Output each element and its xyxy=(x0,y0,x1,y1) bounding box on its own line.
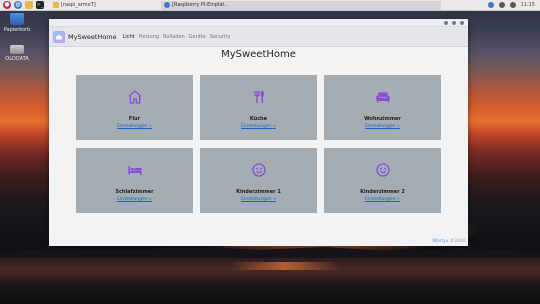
trash-icon xyxy=(10,13,24,25)
room-name: Küche xyxy=(249,116,268,122)
room-tile-kinderzimmer-2[interactable]: Kinderzimmer 2 Einstellungen » xyxy=(324,148,441,213)
brand[interactable]: MySweetHome xyxy=(68,33,117,41)
room-name: Kinderzimmer 2 xyxy=(360,189,405,195)
taskbar: ● ◍ >_ [raspi_armv7] [Raspberry Pi-Einpl… xyxy=(0,0,540,11)
sun-reflection xyxy=(230,262,340,270)
bluetooth-icon[interactable] xyxy=(487,2,494,8)
nav-link-rolladen[interactable]: Rolladen xyxy=(163,34,185,40)
sofa-icon xyxy=(375,92,390,103)
minimize-icon[interactable] xyxy=(444,20,448,25)
settings-link[interactable]: Einstellungen » xyxy=(76,197,193,202)
file-manager-icon[interactable] xyxy=(25,1,33,9)
room-tile-kueche[interactable]: Küche Einstellungen » xyxy=(200,75,317,140)
window-titlebar[interactable] xyxy=(49,19,468,27)
room-name: Wohnzimmer xyxy=(364,116,401,122)
home-icon xyxy=(128,90,141,104)
smiley-icon xyxy=(375,163,390,177)
room-name: Kinderzimmer 1 xyxy=(236,189,281,195)
drive-icon xyxy=(10,45,24,54)
browser-icon[interactable]: ◍ xyxy=(14,1,22,9)
terminal-icon[interactable]: >_ xyxy=(36,1,44,9)
settings-link[interactable]: Einstellungen » xyxy=(200,197,317,202)
main-content: MySweetHome Flur Einstellungen » Küche E… xyxy=(49,47,468,246)
nav-link-heizung[interactable]: Heizung xyxy=(139,34,159,40)
desktop-icon-label: OLDDATA xyxy=(5,56,29,62)
cutlery-icon xyxy=(253,90,264,103)
room-tile-kinderzimmer-1[interactable]: Kinderzimmer 1 Einstellungen » xyxy=(200,148,317,213)
browser-icon xyxy=(164,2,170,8)
room-name: Flur xyxy=(128,116,141,122)
room-tile-schlafzimmer[interactable]: Schlafzimmer Einstellungen » xyxy=(76,148,193,213)
footer-link[interactable]: Mbstyx xyxy=(432,239,448,244)
system-tray: 11:15 xyxy=(487,2,540,8)
wifi-icon[interactable] xyxy=(498,2,505,8)
smiley-icon xyxy=(251,163,266,177)
nav-link-geraete[interactable]: Geräte xyxy=(189,34,206,40)
settings-link[interactable]: Einstellungen » xyxy=(324,197,441,202)
bed-icon xyxy=(127,166,142,175)
taskbar-task-file-manager[interactable]: [raspi_armv7] xyxy=(50,1,155,10)
settings-link[interactable]: Einstellungen » xyxy=(200,124,317,129)
page-title: MySweetHome xyxy=(221,49,296,60)
browser-window: MySweetHome Licht Heizung Rolladen Gerät… xyxy=(49,19,468,246)
house-logo-icon[interactable] xyxy=(53,30,65,43)
nav-link-security[interactable]: Security xyxy=(210,34,231,40)
desktop-icon-label: Papierkorb xyxy=(3,27,31,33)
settings-link[interactable]: Einstellungen » xyxy=(76,124,193,129)
desktop-icon-drive[interactable]: OLDDATA xyxy=(0,43,34,62)
close-icon[interactable] xyxy=(460,20,464,25)
room-name: Schlafzimmer xyxy=(115,189,154,195)
footer-copyright: ©2020 xyxy=(450,239,466,244)
task-label: [Raspberry Pi-Einplat... xyxy=(172,2,230,8)
settings-link[interactable]: Einstellungen » xyxy=(324,124,441,129)
folder-icon xyxy=(53,2,59,8)
raspberry-menu-icon[interactable]: ● xyxy=(3,1,11,9)
task-label: [raspi_armv7] xyxy=(61,2,96,8)
app-navbar: MySweetHome Licht Heizung Rolladen Gerät… xyxy=(49,27,468,47)
volume-icon[interactable] xyxy=(509,2,516,8)
maximize-icon[interactable] xyxy=(452,20,456,25)
room-tile-flur[interactable]: Flur Einstellungen » xyxy=(76,75,193,140)
room-tile-wohnzimmer[interactable]: Wohnzimmer Einstellungen » xyxy=(324,75,441,140)
taskbar-task-browser[interactable]: [Raspberry Pi-Einplat... xyxy=(161,0,441,10)
footer: Mbstyx ©2020 xyxy=(432,239,466,244)
nav-link-licht[interactable]: Licht xyxy=(123,34,135,40)
desktop-icon-trash[interactable]: Papierkorb xyxy=(0,13,34,33)
clock[interactable]: 11:15 xyxy=(521,2,535,8)
